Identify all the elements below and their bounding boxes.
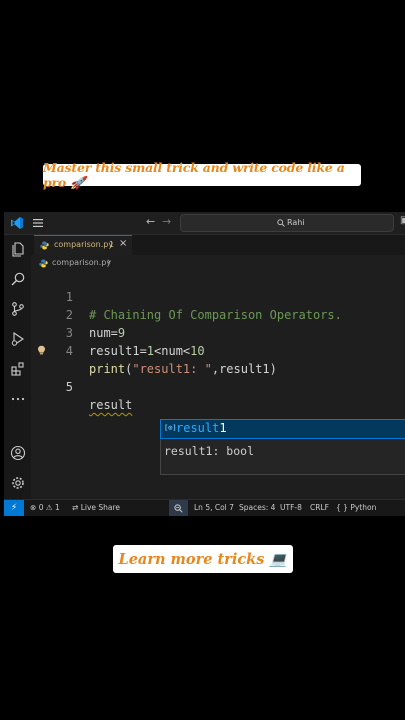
line-number: 5	[65, 380, 73, 394]
run-debug-icon[interactable]	[10, 331, 26, 347]
language-mode[interactable]: { } Python	[336, 503, 376, 512]
code-text: result	[89, 396, 132, 414]
breadcrumb-filename[interactable]: comparison.py	[52, 258, 111, 267]
activity-bar	[4, 235, 31, 499]
breadcrumb-chevron-icon: ›	[107, 257, 111, 267]
code-line: 3 result1=1<num<10	[31, 306, 405, 358]
code-token: ,result1)	[211, 362, 277, 376]
code-line: 4 print("result1: ",result1)	[31, 324, 405, 376]
error-count: 0	[38, 503, 44, 512]
language-label: Python	[350, 503, 377, 512]
code-line-active: 5 result	[31, 342, 405, 412]
vscode-logo-icon	[11, 217, 23, 229]
title-bar: ← → Rahi ▣	[4, 212, 405, 235]
tab-close-icon[interactable]: ×	[119, 238, 127, 249]
code-text: print("result1: ",result1)	[89, 360, 277, 378]
remote-indicator-icon[interactable]: ⚡	[4, 500, 24, 516]
tab-filename: comparison.py	[54, 240, 114, 249]
python-file-icon	[40, 241, 49, 250]
encoding[interactable]: UTF-8	[280, 503, 302, 512]
code-line: 1 # Chaining Of Comparison Operators.	[31, 270, 405, 322]
top-promo-banner: Master this small trick and write code l…	[43, 160, 361, 190]
problems-indicator[interactable]: ⊗ 0 ⚠ 1	[30, 503, 60, 512]
explorer-icon[interactable]	[10, 241, 26, 257]
source-control-icon[interactable]	[10, 301, 26, 317]
language-braces-icon: { }	[336, 503, 348, 512]
indentation[interactable]: Spaces: 4	[239, 503, 275, 512]
code-token: print	[89, 362, 126, 376]
vscode-window: ← → Rahi ▣ comparison.py 1 × comparison.…	[4, 212, 405, 516]
copilot-icon[interactable]: ▣	[400, 215, 405, 226]
code-line: 2 num=9	[31, 288, 405, 340]
code-token: "result1: "	[132, 362, 212, 376]
extensions-icon[interactable]	[10, 361, 26, 377]
warning-icon: ⚠	[45, 503, 53, 512]
command-center-search[interactable]: Rahi	[180, 214, 394, 232]
warning-count: 1	[54, 503, 60, 512]
suggestion-widget: [⊙] result1 result1: bool ×	[160, 419, 405, 475]
back-arrow-icon[interactable]: ←	[146, 215, 155, 228]
forward-arrow-icon[interactable]: →	[162, 215, 171, 228]
zoom-icon	[174, 504, 183, 513]
suggestion-rest: 1	[219, 421, 227, 435]
code-editor[interactable]: 1 # Chaining Of Comparison Operators. 2 …	[31, 270, 405, 499]
tab-problem-count: 1	[109, 240, 115, 249]
tab-comparison-py[interactable]: comparison.py 1 ×	[34, 235, 132, 255]
suggestion-match: result	[176, 421, 220, 435]
account-icon[interactable]	[10, 445, 26, 461]
end-of-line[interactable]: CRLF	[310, 503, 329, 512]
suggestion-item-result1[interactable]: [⊙] result1	[160, 419, 405, 439]
bottom-promo-banner: Learn more tricks 💻	[113, 545, 293, 573]
suggestion-detail: result1: bool	[164, 444, 255, 458]
tab-bar: comparison.py 1 ×	[31, 235, 405, 255]
status-bar: ⚡ ⊗ 0 ⚠ 1 ⇄ Live Share Ln 5, Col 7 Space…	[4, 499, 405, 516]
cursor-position[interactable]: Ln 5, Col 7	[194, 503, 234, 512]
error-icon: ⊗	[30, 503, 37, 512]
menu-icon[interactable]	[32, 217, 44, 229]
code-token: result	[89, 398, 133, 412]
zoom-button[interactable]	[169, 500, 188, 516]
liveshare-icon: ⇄	[72, 503, 79, 512]
suggestion-label: result1	[176, 421, 227, 435]
search-text: Rahi	[287, 218, 305, 227]
python-file-icon	[39, 259, 48, 268]
lightbulb-icon[interactable]	[37, 345, 46, 356]
more-icon[interactable]	[10, 391, 26, 407]
variable-icon: [⊙]	[164, 424, 177, 432]
settings-gear-icon[interactable]	[10, 475, 26, 491]
search-icon[interactable]	[10, 271, 26, 287]
search-small-icon	[277, 219, 285, 227]
liveshare-label: Live Share	[80, 503, 121, 512]
liveshare-button[interactable]: ⇄ Live Share	[72, 503, 120, 512]
